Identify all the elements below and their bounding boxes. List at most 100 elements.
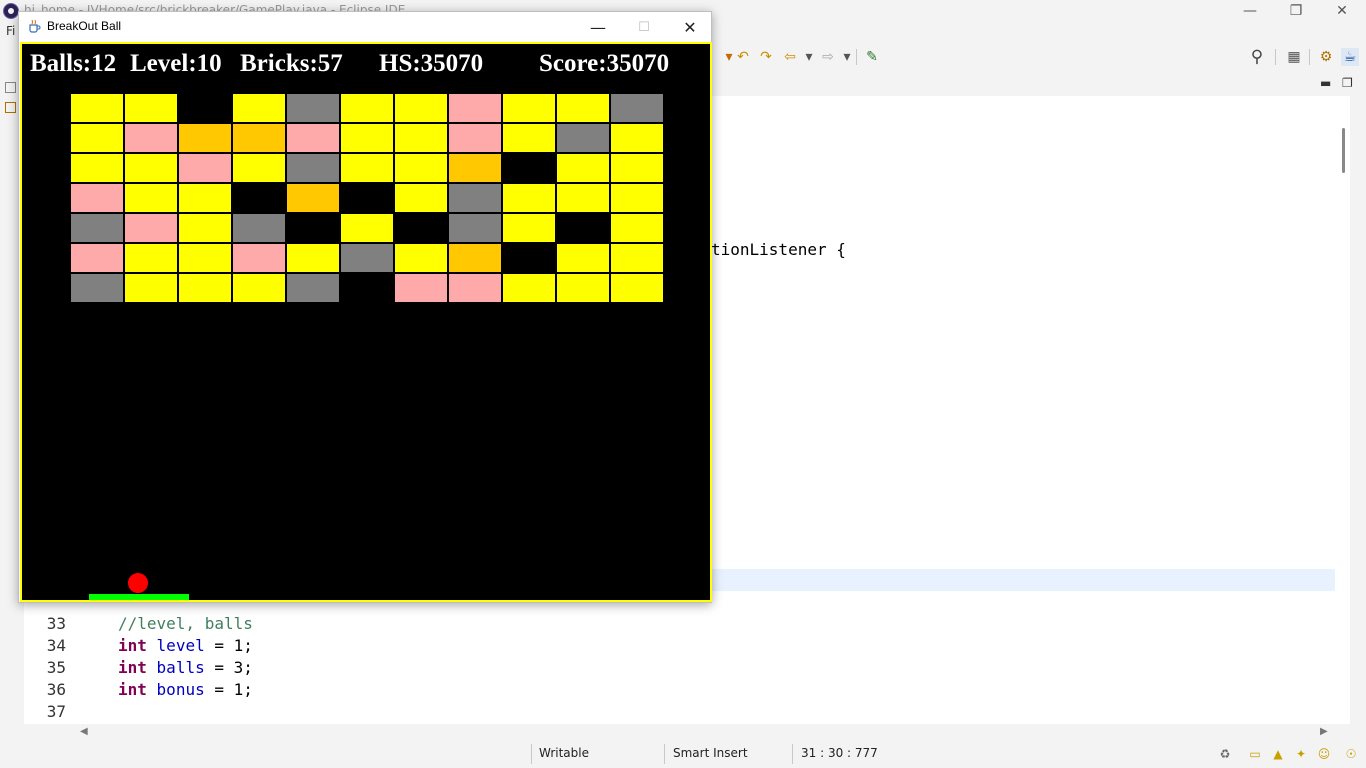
brick-yellow [395, 244, 447, 272]
brick-pink [395, 274, 447, 302]
brick-gray [71, 274, 123, 302]
code-variable: balls [156, 658, 205, 677]
close-icon[interactable]: ✕ [667, 12, 713, 42]
brick-yellow [611, 184, 663, 212]
java-perspective-icon[interactable]: ☕ [1341, 48, 1359, 66]
brick-pink [125, 124, 177, 152]
brick-orange [179, 124, 231, 152]
brick-yellow [611, 214, 663, 242]
horizontal-scrollbar[interactable]: ◀ ▶ [76, 724, 1336, 740]
brick-yellow [233, 154, 285, 182]
brick-yellow [341, 154, 393, 182]
game-window-title: BreakOut Ball [47, 19, 122, 33]
status-bar: Writable Smart Insert 31 : 30 : 777 ♻ ▭ … [0, 740, 1366, 768]
code-variable: level [156, 636, 205, 655]
status-cursor-position: 31 : 30 : 777 [801, 746, 878, 760]
brick-yellow [557, 244, 609, 272]
toolbar-separator [856, 49, 857, 65]
brick-pink [449, 274, 501, 302]
restore-view-icon[interactable] [5, 82, 16, 93]
brick-yellow [611, 274, 663, 302]
paddle[interactable] [89, 594, 189, 600]
brick-yellow [503, 94, 555, 122]
scroll-right-icon[interactable]: ▶ [1320, 724, 1328, 740]
status-separator [531, 744, 532, 764]
brick-orange [449, 244, 501, 272]
brick-yellow [71, 94, 123, 122]
ide-minimize-icon[interactable]: — [1227, 0, 1273, 22]
brick-pink [125, 214, 177, 242]
brick-gray [611, 94, 663, 122]
maximize-icon[interactable]: ☐ [621, 12, 667, 42]
next-annotation-icon[interactable]: ↷ [757, 48, 775, 66]
brick-yellow [611, 154, 663, 182]
status-insert-mode[interactable]: Smart Insert [673, 746, 748, 760]
brick-pink [71, 244, 123, 272]
code-variable: bonus [156, 680, 205, 699]
brick-gray [287, 274, 339, 302]
ide-close-icon[interactable]: ✕ [1319, 0, 1365, 22]
brick-pink [449, 94, 501, 122]
brick-gray [449, 214, 501, 242]
brick-yellow [503, 274, 555, 302]
brick-gray [449, 184, 501, 212]
forward-icon[interactable]: ⇨ [819, 48, 837, 66]
prev-annotation-icon[interactable]: ↶ [734, 48, 752, 66]
game-canvas[interactable]: Balls:12 Level:10 Bricks:57 HS:35070 Sco… [20, 42, 712, 602]
brick-yellow [125, 94, 177, 122]
brick-yellow [503, 184, 555, 212]
back-icon[interactable]: ⇦ [781, 48, 799, 66]
pin-editor-icon[interactable]: ✎ [863, 48, 881, 66]
brick-yellow [557, 184, 609, 212]
brick-yellow [611, 124, 663, 152]
brick-pink [287, 124, 339, 152]
debug-perspective-icon[interactable]: ⚙ [1317, 48, 1335, 66]
package-explorer-icon[interactable] [5, 102, 16, 113]
code-rest: = 1; [204, 680, 253, 699]
brick-gray [341, 244, 393, 272]
editor-minimize-icon[interactable]: ▬ [1320, 76, 1331, 90]
vertical-scroll-thumb[interactable] [1342, 128, 1345, 173]
brick-yellow [503, 124, 555, 152]
brick-yellow [125, 184, 177, 212]
code-line: //level, balls [118, 614, 253, 633]
brick-yellow [611, 244, 663, 272]
tip-icon[interactable]: ☉ [1344, 747, 1358, 761]
back-dropdown-icon[interactable]: ▾ [800, 48, 818, 66]
toolbar-separator [1275, 49, 1276, 65]
ball [128, 573, 148, 593]
tutorial-icon[interactable]: ▲ [1271, 747, 1285, 761]
brick-pink [233, 244, 285, 272]
open-perspective-icon[interactable]: ▦ [1285, 48, 1303, 66]
scroll-left-icon[interactable]: ◀ [80, 724, 88, 740]
minimize-icon[interactable]: — [575, 12, 621, 42]
brick-gray [233, 214, 285, 242]
book-icon[interactable]: ▭ [1248, 747, 1262, 761]
ide-restore-icon[interactable]: ❐ [1273, 0, 1319, 22]
balls-counter: Balls:12 [30, 50, 117, 77]
vertical-scrollbar[interactable] [1336, 96, 1350, 724]
search-icon[interactable]: ⚲ [1248, 48, 1266, 66]
level-counter: Level:10 [130, 50, 222, 77]
brick-yellow [557, 274, 609, 302]
brick-yellow [557, 94, 609, 122]
menu-file[interactable]: Fi [6, 24, 15, 38]
forward-dropdown-icon[interactable]: ▾ [838, 48, 856, 66]
status-separator [792, 744, 793, 764]
brick-gray [71, 214, 123, 242]
code-keyword: int [118, 680, 147, 699]
sync-icon[interactable]: ♻ [1218, 747, 1232, 761]
editor-maximize-icon[interactable]: ❐ [1342, 76, 1353, 90]
brick-yellow [395, 124, 447, 152]
line-number: 34 [46, 636, 66, 655]
brick-gray [557, 124, 609, 152]
brick-yellow [557, 154, 609, 182]
wand-icon[interactable]: ✦ [1294, 747, 1308, 761]
brick-orange [233, 124, 285, 152]
smiley-icon[interactable]: ☺ [1317, 747, 1331, 761]
eclipse-app-icon [3, 3, 19, 19]
brick-yellow [71, 124, 123, 152]
game-titlebar[interactable]: BreakOut Ball — ☐ ✕ [19, 12, 711, 42]
toolbar-separator [1309, 49, 1310, 65]
line-number: 33 [46, 614, 66, 633]
